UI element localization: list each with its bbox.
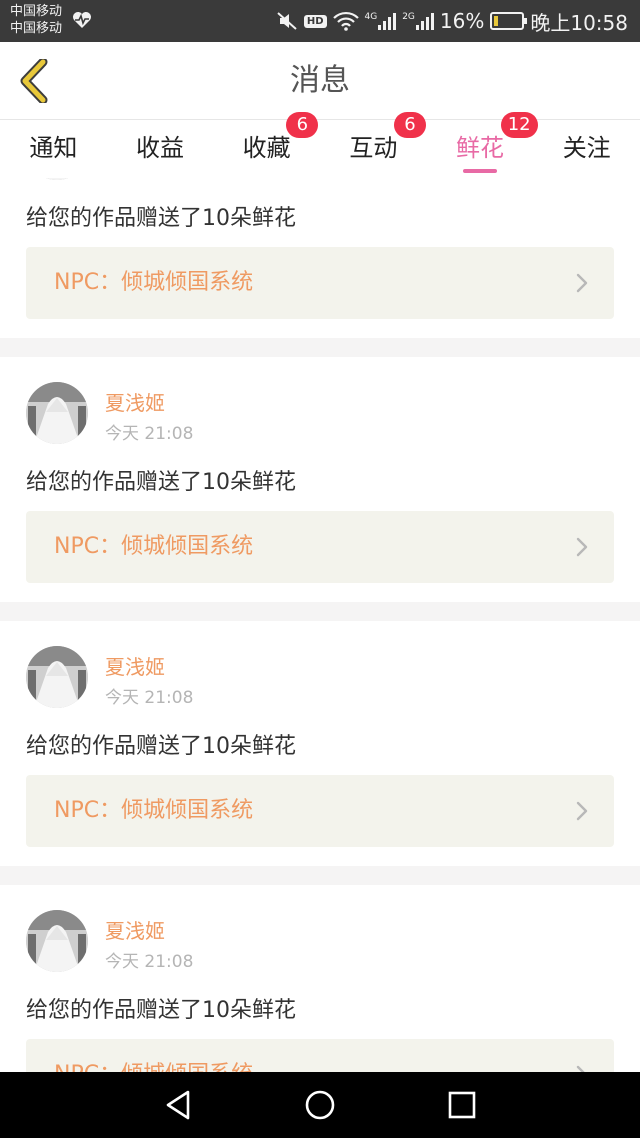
source-link[interactable]: NPC：倾城倾国系统 — [26, 247, 614, 319]
message-time: 今天 21:08 — [105, 178, 193, 180]
active-tab-indicator — [463, 169, 498, 173]
network-type-1: 4G — [364, 12, 378, 22]
message-text: 给您的作品赠送了10朵鲜花 — [26, 998, 296, 1023]
tab-label: 关注 — [562, 134, 611, 162]
hd-badge: HD — [303, 14, 327, 28]
battery-fill — [494, 16, 499, 26]
network-type-2: 2G — [402, 12, 415, 22]
message-card: 夏浅姬 今天 21:08 给您的作品赠送了10朵鲜花 NPC：倾城倾国系统 — [0, 621, 640, 866]
flower-message-list[interactable]: 夏浅姬 今天 21:08 给您的作品赠送了10朵鲜花 NPC：倾城倾国系统 夏浅… — [0, 178, 640, 1072]
carrier-2: 中国移动 — [10, 21, 63, 36]
triangle-back-icon — [166, 1090, 190, 1120]
carrier-1: 中国移动 — [10, 4, 63, 19]
message-time: 今天 21:08 — [105, 424, 194, 444]
nav-back-button[interactable] — [160, 1087, 196, 1123]
message-text: 给您的作品赠送了10朵鲜花 — [26, 734, 296, 759]
chevron-right-icon — [576, 537, 588, 557]
tab-earnings[interactable]: 收益 — [107, 120, 214, 178]
message-text: 给您的作品赠送了10朵鲜花 — [26, 206, 296, 231]
status-bar: 中国移动 中国移动 HD 4G 2G 16% 晚上10:58 — [0, 0, 640, 42]
sender-name[interactable]: 夏浅姬 — [105, 651, 165, 680]
message-time: 今天 21:08 — [105, 688, 194, 708]
tab-favorites[interactable]: 收藏 6 — [213, 112, 320, 178]
message-card: 夏浅姬 今天 21:08 给您的作品赠送了10朵鲜花 NPC：倾城倾国系统 — [0, 178, 640, 338]
source-title: NPC：倾城倾国系统 — [54, 534, 254, 559]
wifi-icon — [332, 11, 359, 31]
nav-home-button[interactable] — [302, 1087, 338, 1123]
chevron-right-icon — [576, 273, 588, 293]
clock: 晚上10:58 — [530, 10, 628, 35]
avatar-image — [26, 178, 88, 180]
sender-name[interactable]: 夏浅姬 — [105, 387, 165, 416]
unread-badge: 6 — [286, 112, 319, 138]
feed-inner: 夏浅姬 今天 21:08 给您的作品赠送了10朵鲜花 NPC：倾城倾国系统 夏浅… — [0, 178, 640, 1072]
source-link[interactable]: NPC：倾城倾国系统 — [26, 511, 614, 583]
signal-2: 2G — [402, 12, 434, 30]
chevron-right-icon — [576, 1065, 585, 1072]
avatar-image — [26, 910, 88, 972]
circle-home-icon — [305, 1090, 335, 1120]
avatar[interactable] — [26, 178, 88, 180]
tab-label: 收益 — [136, 134, 184, 162]
tab-notifications[interactable]: 通知 — [0, 120, 107, 178]
source-link[interactable]: NPC：倾城倾国系统 — [26, 1039, 614, 1072]
avatar[interactable] — [26, 382, 88, 444]
header: 消息 — [0, 42, 640, 120]
signal-bars-icon — [378, 13, 397, 30]
tab-follows[interactable]: 关注 — [533, 120, 640, 178]
tab-label: 鲜花 — [456, 134, 505, 162]
message-card: 夏浅姬 今天 21:08 给您的作品赠送了10朵鲜花 NPC：倾城倾国系统 — [0, 357, 640, 602]
source-title: NPC：倾城倾国系统 — [54, 1039, 253, 1072]
chevron-right-icon — [576, 801, 588, 821]
signal-bars-icon — [415, 13, 434, 30]
avatar[interactable] — [26, 646, 88, 708]
tab-label: 收藏 — [242, 134, 291, 162]
message-card: 夏浅姬 今天 21:08 给您的作品赠送了10朵鲜花 NPC：倾城倾国系统 — [0, 885, 640, 1072]
status-icons: HD 4G 2G 16% 晚上10:58 — [276, 0, 628, 42]
unread-badge: 12 — [500, 112, 538, 138]
square-recents-icon — [448, 1091, 476, 1119]
message-text: 给您的作品赠送了10朵鲜花 — [26, 470, 296, 495]
source-title: NPC：倾城倾国系统 — [54, 798, 254, 823]
avatar-image — [26, 382, 88, 444]
avatar[interactable] — [26, 910, 88, 972]
source-link[interactable]: NPC：倾城倾国系统 — [26, 775, 614, 847]
system-nav-bar — [0, 1072, 640, 1138]
tab-bar: 通知 收益 收藏 6 互动 6 鲜花 12 关注 — [0, 112, 640, 178]
page-title: 消息 — [290, 63, 350, 98]
nav-recents-button[interactable] — [444, 1087, 480, 1123]
tab-label: 互动 — [349, 134, 398, 162]
avatar-image — [26, 646, 88, 708]
tab-interactions[interactable]: 互动 6 — [320, 112, 427, 178]
unread-badge: 6 — [394, 112, 427, 138]
tab-label: 通知 — [29, 134, 78, 162]
signal-1: 4G — [365, 12, 397, 30]
battery-icon — [490, 12, 528, 30]
sender-name[interactable]: 夏浅姬 — [105, 915, 165, 944]
heart-rate-icon — [73, 12, 91, 28]
source-title: NPC：倾城倾国系统 — [54, 270, 254, 295]
message-time: 今天 21:08 — [105, 952, 194, 972]
carrier-info: 中国移动 中国移动 — [10, 3, 62, 37]
mute-icon — [277, 12, 297, 30]
tab-flowers[interactable]: 鲜花 12 — [427, 112, 538, 178]
battery-percent: 16% — [439, 9, 485, 33]
